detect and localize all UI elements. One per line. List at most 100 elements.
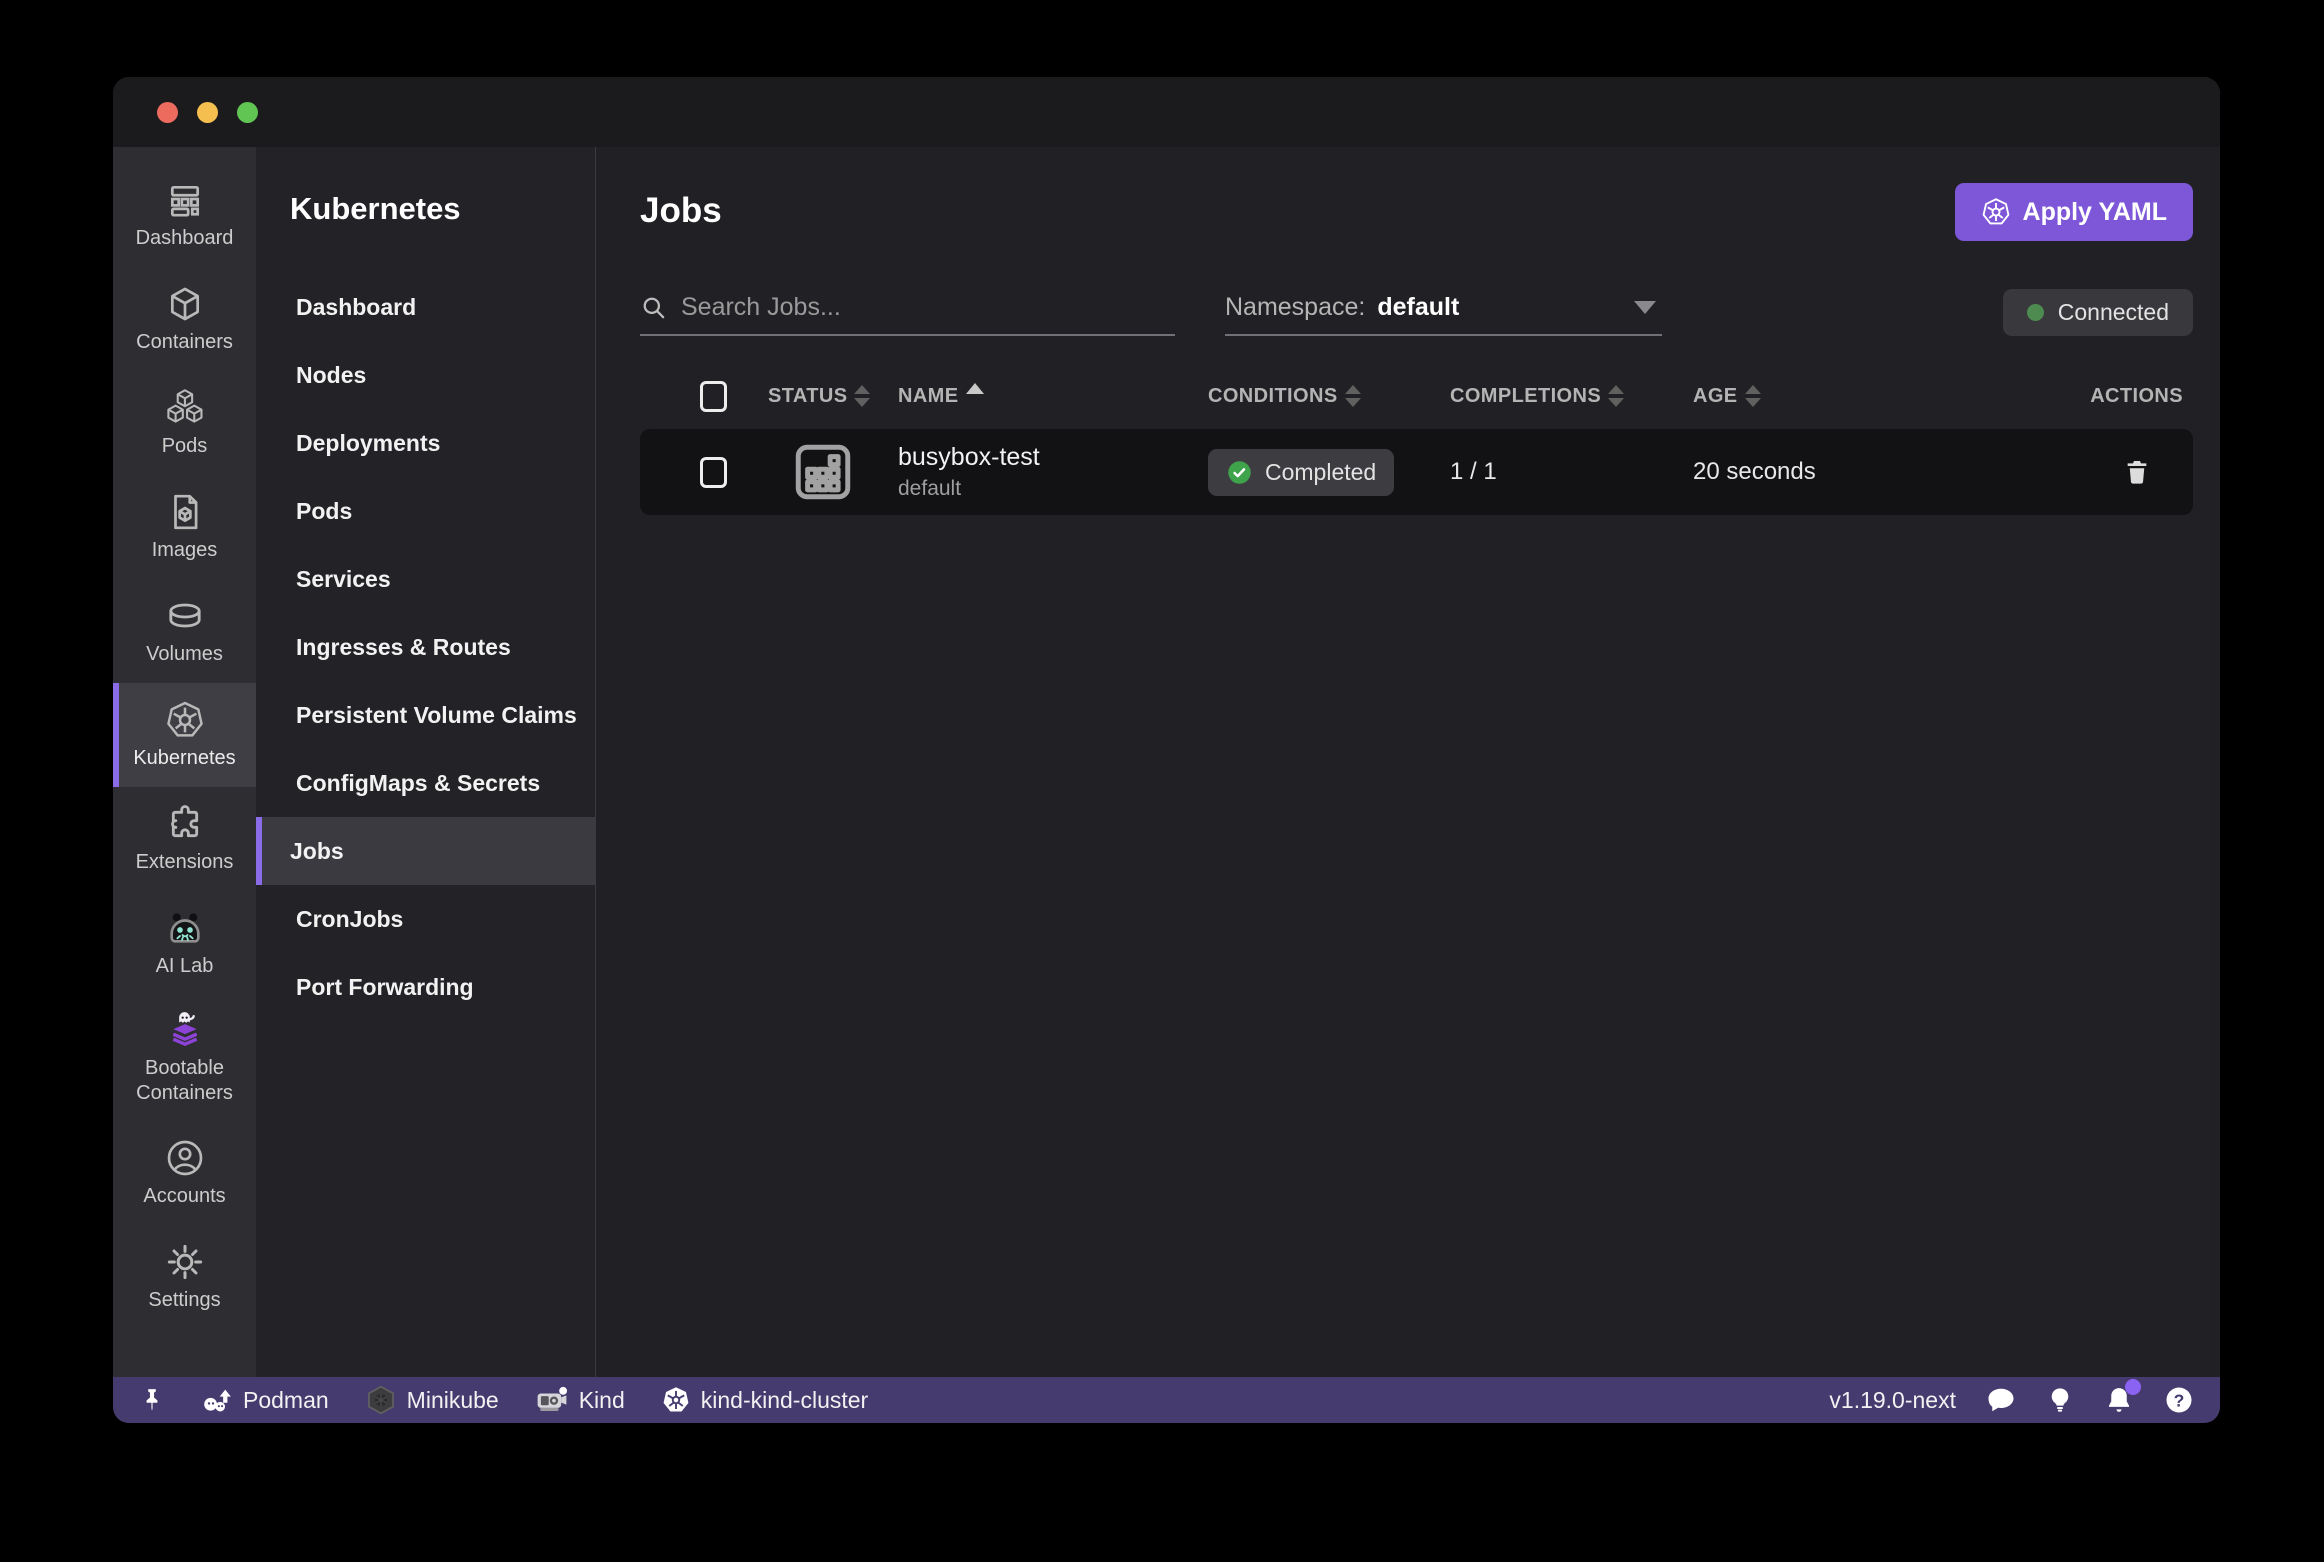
condition-text: Completed bbox=[1265, 459, 1376, 486]
column-header-age[interactable]: AGE bbox=[1693, 385, 1993, 408]
search-field bbox=[640, 293, 1175, 336]
column-header-conditions[interactable]: CONDITIONS bbox=[1208, 385, 1450, 408]
check-circle-icon bbox=[1226, 459, 1253, 486]
close-window-button[interactable] bbox=[157, 102, 178, 123]
ai-lab-icon bbox=[165, 908, 205, 948]
minikube-icon bbox=[365, 1384, 397, 1416]
nav-item-port-forwarding[interactable]: Port Forwarding bbox=[256, 953, 595, 1021]
svg-text:?: ? bbox=[2174, 1390, 2185, 1410]
statusbar-item-label: Minikube bbox=[407, 1387, 499, 1414]
nav-item-dashboard[interactable]: Dashboard bbox=[256, 273, 595, 341]
rail-item-containers[interactable]: Containers bbox=[113, 267, 256, 371]
nav-item-cronjobs[interactable]: CronJobs bbox=[256, 885, 595, 953]
column-header-name[interactable]: NAME bbox=[898, 385, 1208, 408]
nav-item-services[interactable]: Services bbox=[256, 545, 595, 613]
rail-item-volumes[interactable]: Volumes bbox=[113, 579, 256, 683]
job-status-icon bbox=[790, 439, 856, 505]
kubernetes-cluster-icon bbox=[661, 1385, 691, 1415]
rail-item-label: Containers bbox=[132, 330, 237, 355]
rail-item-ai-lab[interactable]: AI Lab bbox=[113, 891, 256, 995]
pin-icon[interactable] bbox=[139, 1387, 165, 1413]
dashboard-icon bbox=[165, 180, 205, 220]
pods-icon bbox=[165, 388, 205, 428]
sort-ascending-icon bbox=[966, 383, 984, 394]
kubernetes-icon bbox=[165, 700, 205, 740]
notifications-bell-icon[interactable] bbox=[2104, 1385, 2134, 1415]
nav-item-configmaps-secrets[interactable]: ConfigMaps & Secrets bbox=[256, 749, 595, 817]
select-all-checkbox[interactable] bbox=[700, 381, 727, 412]
kubernetes-wheel-icon bbox=[1981, 197, 2011, 227]
sort-icon bbox=[854, 385, 870, 407]
row-checkbox[interactable] bbox=[700, 457, 727, 488]
sort-icon bbox=[1608, 385, 1624, 407]
app-window: Dashboard Containers bbox=[113, 77, 2220, 1423]
extensions-icon bbox=[165, 804, 205, 844]
table-row[interactable]: busybox-test default Completed bbox=[640, 429, 2193, 515]
namespace-value: default bbox=[1377, 293, 1459, 322]
apply-yaml-label: Apply YAML bbox=[2023, 198, 2167, 227]
notification-dot bbox=[2125, 1379, 2141, 1395]
job-namespace: default bbox=[898, 477, 1208, 501]
rail-item-label: Bootable Containers bbox=[119, 1056, 250, 1106]
rail-item-pods[interactable]: Pods bbox=[113, 371, 256, 475]
rail-item-label: Volumes bbox=[142, 642, 227, 667]
nav-item-ingresses-routes[interactable]: Ingresses & Routes bbox=[256, 613, 595, 681]
namespace-label: Namespace: bbox=[1225, 293, 1365, 322]
kind-icon bbox=[535, 1384, 569, 1416]
minimize-window-button[interactable] bbox=[197, 102, 218, 123]
search-input[interactable] bbox=[681, 293, 1175, 322]
rail-item-images[interactable]: Images bbox=[113, 475, 256, 579]
rail-item-extensions[interactable]: Extensions bbox=[113, 787, 256, 891]
rail-item-label: Kubernetes bbox=[129, 746, 239, 771]
volumes-icon bbox=[165, 596, 205, 636]
images-icon bbox=[165, 492, 205, 532]
job-age: 20 seconds bbox=[1693, 458, 1993, 486]
search-icon bbox=[640, 294, 667, 321]
delete-job-button[interactable] bbox=[2123, 457, 2151, 487]
nav-item-jobs[interactable]: Jobs bbox=[256, 817, 595, 885]
nav-panel-title: Kubernetes bbox=[290, 191, 595, 227]
statusbar-item-podman[interactable]: Podman bbox=[201, 1384, 329, 1416]
statusbar-item-label: kind-kind-cluster bbox=[701, 1387, 868, 1414]
column-header-completions[interactable]: COMPLETIONS bbox=[1450, 385, 1693, 408]
maximize-window-button[interactable] bbox=[237, 102, 258, 123]
rail-item-accounts[interactable]: Accounts bbox=[113, 1121, 256, 1225]
rail-item-kubernetes[interactable]: Kubernetes bbox=[113, 683, 256, 787]
rail-item-label: Images bbox=[148, 538, 222, 563]
rail-item-label: AI Lab bbox=[152, 954, 218, 979]
rail-item-dashboard[interactable]: Dashboard bbox=[113, 163, 256, 267]
namespace-dropdown[interactable]: Namespace: default bbox=[1225, 293, 1662, 336]
statusbar-item-kind[interactable]: Kind bbox=[535, 1384, 625, 1416]
rail-item-bootable-containers[interactable]: Bootable Containers bbox=[113, 995, 256, 1121]
sort-icon bbox=[1745, 385, 1761, 407]
rail-item-label: Accounts bbox=[139, 1184, 229, 1209]
statusbar-item-kind-cluster[interactable]: kind-kind-cluster bbox=[661, 1385, 868, 1415]
lightbulb-icon[interactable] bbox=[2046, 1386, 2074, 1414]
bootable-containers-icon bbox=[165, 1010, 205, 1050]
containers-icon bbox=[165, 284, 205, 324]
nav-item-nodes[interactable]: Nodes bbox=[256, 341, 595, 409]
statusbar-item-minikube[interactable]: Minikube bbox=[365, 1384, 499, 1416]
kubernetes-nav-panel: Kubernetes Dashboard Nodes Deployments P… bbox=[256, 147, 596, 1377]
column-header-status[interactable]: STATUS bbox=[768, 385, 898, 408]
nav-item-persistent-volume-claims[interactable]: Persistent Volume Claims bbox=[256, 681, 595, 749]
rail-item-label: Settings bbox=[144, 1288, 224, 1313]
nav-item-pods[interactable]: Pods bbox=[256, 477, 595, 545]
nav-item-deployments[interactable]: Deployments bbox=[256, 409, 595, 477]
main-content: Jobs Apply YAML bbox=[596, 147, 2220, 1377]
status-bar: Podman Minikube bbox=[113, 1377, 2220, 1423]
statusbar-item-label: Podman bbox=[243, 1387, 329, 1414]
column-header-actions: ACTIONS bbox=[1993, 385, 2193, 408]
podman-icon bbox=[201, 1384, 233, 1416]
rail-item-label: Dashboard bbox=[132, 226, 238, 251]
feedback-chat-icon[interactable] bbox=[1986, 1385, 2016, 1415]
chevron-down-icon bbox=[1634, 301, 1656, 314]
job-name: busybox-test bbox=[898, 443, 1208, 472]
connected-dot-icon bbox=[2027, 304, 2044, 321]
rail-item-settings[interactable]: Settings bbox=[113, 1225, 256, 1329]
help-icon[interactable]: ? bbox=[2164, 1385, 2194, 1415]
titlebar bbox=[113, 77, 2220, 147]
accounts-icon bbox=[165, 1138, 205, 1178]
connection-status-badge: Connected bbox=[2003, 289, 2193, 336]
apply-yaml-button[interactable]: Apply YAML bbox=[1955, 183, 2193, 241]
